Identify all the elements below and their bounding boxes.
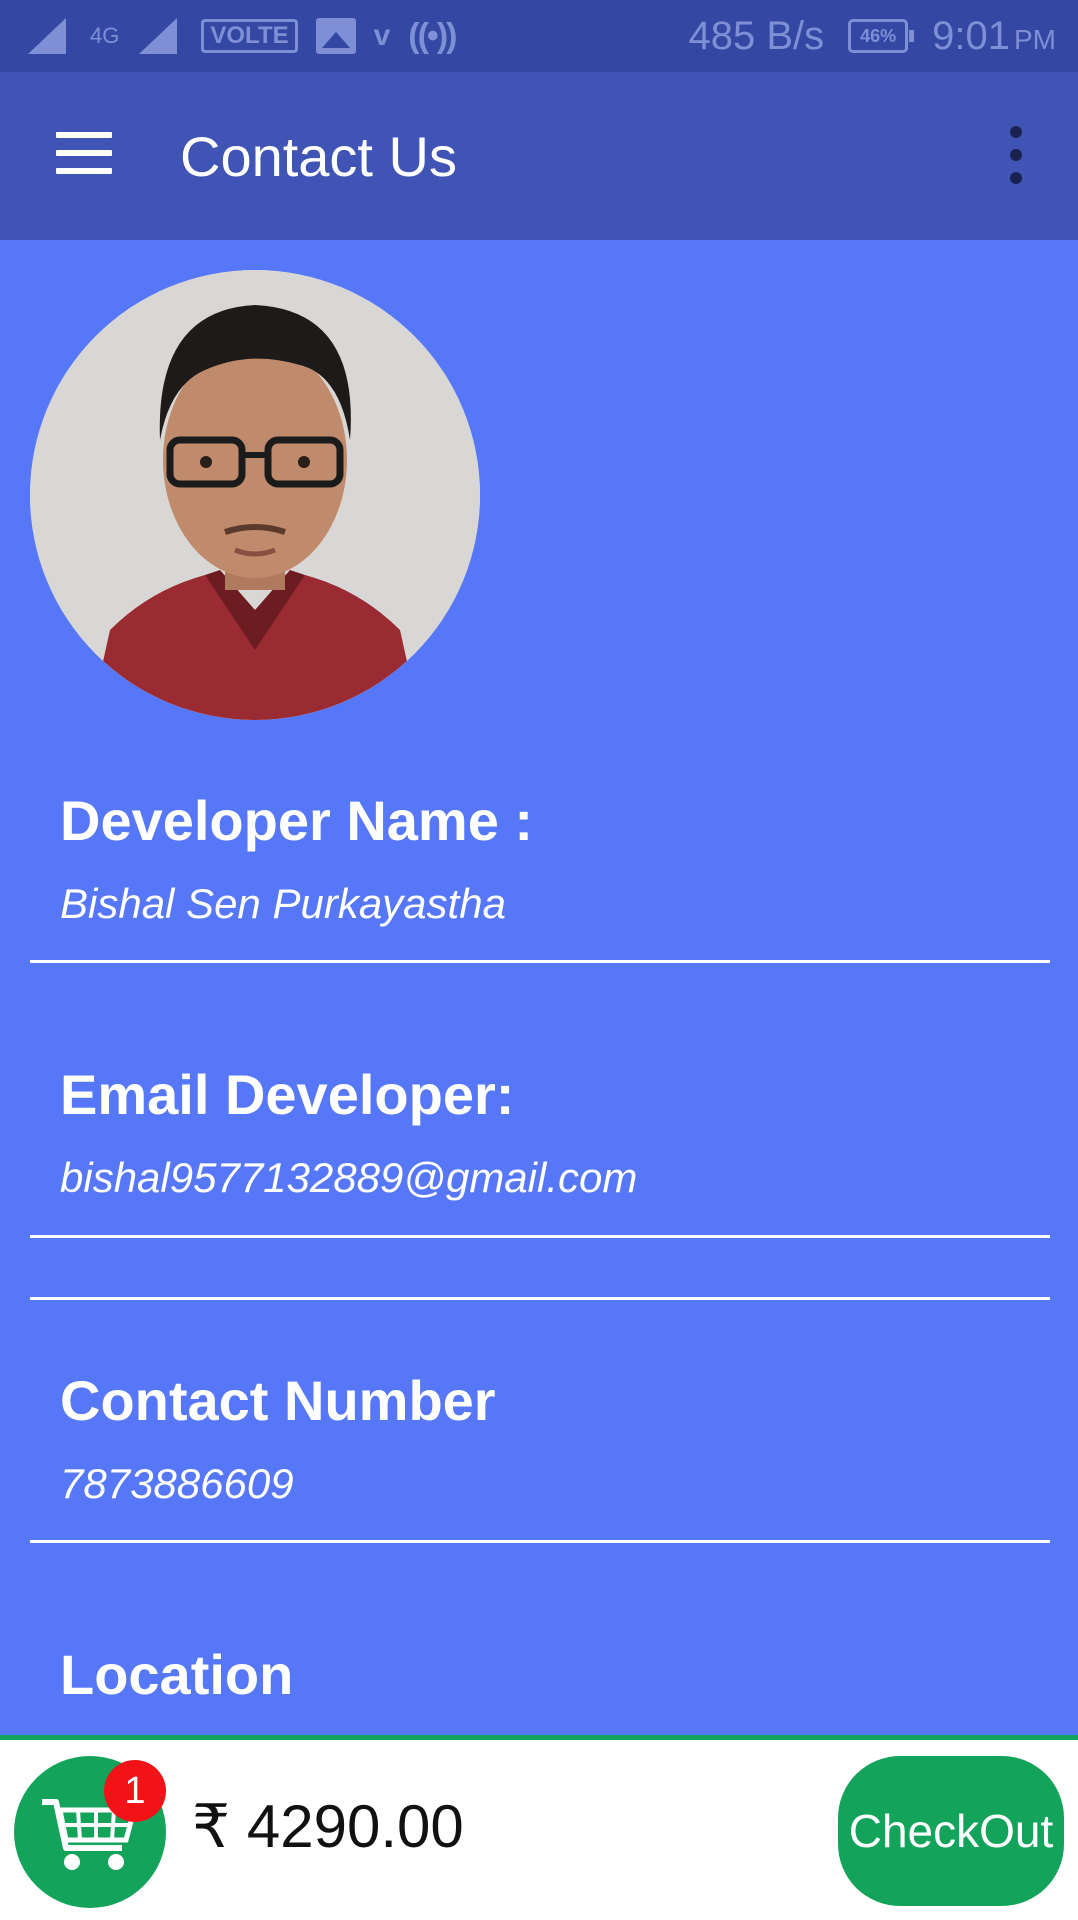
cart-count-badge: 1 [104,1760,166,1822]
divider [30,1235,1050,1238]
signal-sim2-icon [137,16,183,56]
battery-icon: 46% [848,19,915,53]
developer-avatar [30,270,480,720]
developer-name-value: Bishal Sen Purkayastha [60,880,506,927]
overflow-dot [1010,126,1022,138]
phone-value[interactable]: 7873886609 [60,1460,294,1508]
hamburger-icon [56,132,112,138]
app-bar: Contact Us [0,72,1078,240]
network-speed: 485 B/s [688,13,825,58]
clock: 9:01 PM [932,14,1056,59]
status-left: 4G VOLTE v ((•)) [26,10,457,62]
cart-total: ₹ 4290.00 [192,1793,464,1860]
cart-bar: 1 ₹ 4290.00 CheckOut [0,1735,1078,1920]
phone-label: Contact Number [60,1369,496,1432]
signal-sim1-icon [26,16,72,56]
overflow-dot [1010,172,1022,184]
clock-time: 9:01 [932,13,1010,58]
page-title: Contact Us [180,125,457,188]
developer-name-label: Developer Name : [60,789,534,852]
divider [30,960,1050,963]
clock-ampm: PM [1014,23,1056,55]
divider [30,1540,1050,1543]
email-value[interactable]: bishal9577132889@gmail.com [60,1154,637,1202]
volte-badge: VOLTE [201,19,298,53]
overflow-dot [1010,149,1022,161]
contact-content: Developer Name : Bishal Sen Purkayastha … [0,240,1078,1735]
hamburger-icon-bar [56,150,112,156]
checkout-button[interactable]: CheckOut [838,1756,1064,1906]
email-label: Email Developer: [60,1063,515,1126]
network-type-label: 4G [90,23,120,48]
hotspot-icon: ((•)) [408,16,457,55]
developer-photo [30,270,480,720]
vpn-icon: v [373,19,391,52]
more-vert-icon[interactable] [982,122,1048,188]
location-label: Location [60,1643,294,1706]
image-notification-icon [315,18,356,54]
hamburger-menu-button[interactable] [40,122,126,188]
hamburger-icon-bar [56,168,112,174]
status-right: 485 B/s 46% 9:01 PM [688,10,1056,62]
divider [30,1297,1050,1300]
status-bar: 4G VOLTE v ((•)) 485 B/s 46% 9:01 PM [0,0,1078,72]
